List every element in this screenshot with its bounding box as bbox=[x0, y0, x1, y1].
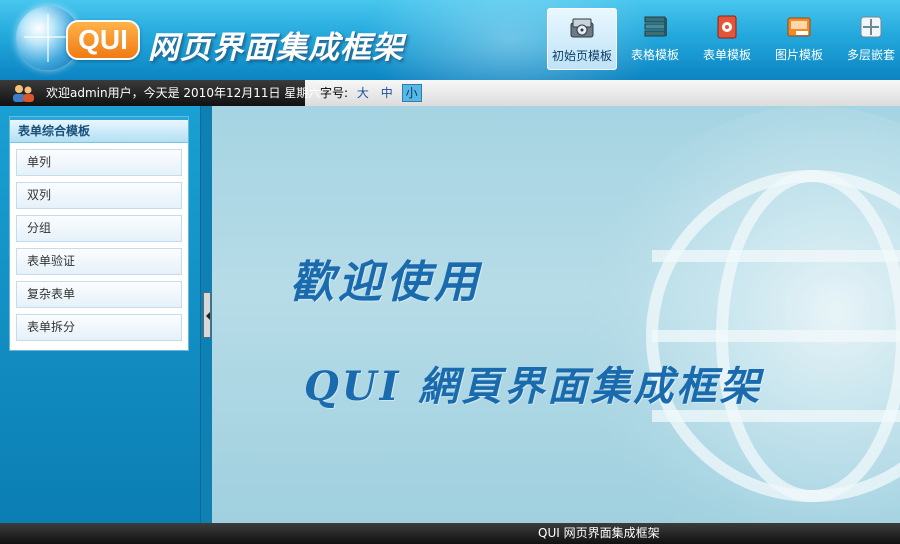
sidebar-item-complex-form[interactable]: 复杂表单 bbox=[16, 281, 182, 308]
status-bar: 欢迎admin用户，今天是 2010年12月11日 星期六 字号: 大 中 小 bbox=[0, 80, 900, 106]
font-size-large[interactable]: 大 bbox=[354, 85, 372, 101]
font-size-label: 字号: bbox=[320, 86, 349, 100]
logo-badge: QUI bbox=[66, 20, 140, 60]
sidebar-item-group[interactable]: 分组 bbox=[16, 215, 182, 242]
sidebar-splitter bbox=[200, 106, 212, 523]
sidebar-item-form-validation[interactable]: 表单验证 bbox=[16, 248, 182, 275]
font-size-medium[interactable]: 中 bbox=[378, 85, 396, 101]
globe-background-decoration bbox=[212, 106, 900, 523]
form-gear-icon bbox=[717, 15, 737, 39]
sidebar-collapse-button[interactable] bbox=[203, 292, 211, 338]
product-heading: QUI 網頁界面集成框架 bbox=[304, 363, 763, 410]
sidebar: 表单综合模板 单列 双列 分组 表单验证 复杂表单 表单拆分 bbox=[0, 106, 200, 523]
welcome-heading: 歡迎使用 bbox=[290, 257, 482, 308]
png-image-icon bbox=[787, 17, 811, 37]
footer: QUI 网页界面集成框架 bbox=[0, 523, 900, 544]
welcome-text: 欢迎admin用户，今天是 2010年12月11日 星期六 bbox=[46, 86, 321, 100]
nav-item-nested-layers[interactable]: 多层嵌套 bbox=[835, 8, 900, 70]
nav-label: 多层嵌套 bbox=[846, 48, 895, 62]
nav-label: 图片模板 bbox=[774, 48, 823, 62]
footer-text: QUI 网页界面集成框架 bbox=[538, 526, 660, 540]
users-icon bbox=[13, 85, 34, 102]
nav-item-home-template[interactable]: 初始页模板 bbox=[547, 8, 617, 70]
sidebar-item-double-column[interactable]: 双列 bbox=[16, 182, 182, 209]
user-info: 欢迎admin用户，今天是 2010年12月11日 星期六 bbox=[0, 80, 320, 106]
top-nav: 初始页模板 表格模板 表单模板 图片模板 多层嵌套 bbox=[544, 8, 900, 72]
nav-item-table-template[interactable]: 表格模板 bbox=[619, 8, 691, 70]
sidebar-panel: 表单综合模板 单列 双列 分组 表单验证 复杂表单 表单拆分 bbox=[9, 116, 189, 351]
app-title: 网页界面集成框架 bbox=[148, 30, 404, 66]
panel-title: 表单综合模板 bbox=[10, 117, 188, 143]
table-stack-icon bbox=[644, 16, 667, 37]
grid-window-icon bbox=[860, 16, 882, 38]
nav-item-image-template[interactable]: 图片模板 bbox=[763, 8, 835, 70]
nav-label: 表单模板 bbox=[702, 48, 751, 62]
header: QUI 网页界面集成框架 初始页模板 表格模板 表单模板 图片模板 多层嵌套 bbox=[0, 0, 900, 80]
main-content: 歡迎使用 QUI 網頁界面集成框架 bbox=[212, 106, 900, 523]
nav-item-form-template[interactable]: 表单模板 bbox=[691, 8, 763, 70]
computer-drive-icon bbox=[570, 18, 594, 38]
font-size-small[interactable]: 小 bbox=[401, 84, 422, 102]
sidebar-item-single-column[interactable]: 单列 bbox=[16, 149, 182, 176]
nav-label: 初始页模板 bbox=[551, 49, 612, 63]
chevron-left-icon bbox=[206, 312, 210, 320]
nav-label: 表格模板 bbox=[630, 48, 679, 62]
sidebar-item-form-split[interactable]: 表单拆分 bbox=[16, 314, 182, 341]
font-size-switcher: 字号: 大 中 小 bbox=[320, 80, 422, 106]
